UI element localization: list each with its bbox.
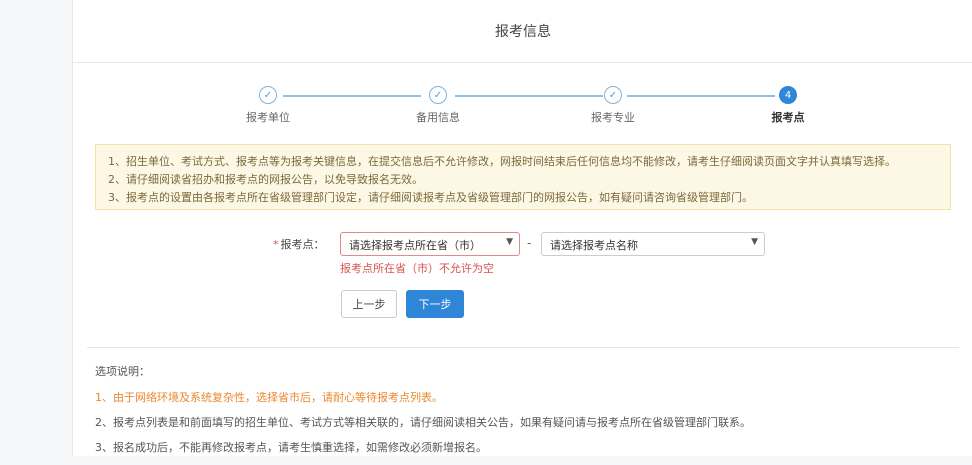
notice-line: 2、请仔细阅读省招办和报考点的网报公告，以免导致报名无效。 [108,173,423,186]
progress-steps: ✓ 报考单位 ✓ 备用信息 ✓ 报考专业 4 报考点 [73,86,972,126]
step-number: 4 [779,86,797,104]
notice-line: 1、招生单位、考试方式、报考点等为报考关键信息，在提交信息后不允许修改，网报时间… [108,155,896,168]
separator: - [527,236,532,250]
site-label: * 报考点： [273,238,325,251]
step-label: 报考专业 [591,111,635,124]
step-label: 备用信息 [416,111,460,124]
page-header: 报考信息 [73,0,972,63]
site-select[interactable]: 请选择报考点名称 ▼ [541,232,765,256]
page-title: 报考信息 [495,24,551,40]
step-1: ✓ 报考单位 [218,86,318,125]
check-icon: ✓ [604,86,622,104]
note-item: 3、报名成功后，不能再修改报考点，请考生慎重选择，如需修改必须新增报名。 [95,441,487,454]
divider [87,347,959,348]
caret-down-icon: ▼ [506,237,513,247]
error-message: 报考点所在省（市）不允许为空 [340,262,494,275]
step-2: ✓ 备用信息 [388,86,488,125]
notes-section: 选项说明： 1、由于网络环境及系统复杂性，选择省市后，请耐心等待报考点列表。 2… [95,364,751,465]
note-item: 1、由于网络环境及系统复杂性，选择省市后，请耐心等待报考点列表。 [95,391,443,404]
step-label: 报考点 [771,111,805,124]
step-4: 4 报考点 [738,86,838,125]
check-icon: ✓ [429,86,447,104]
step-3: ✓ 报考专业 [563,86,663,125]
notice-line: 3、报考点的设置由各报考点所在省级管理部门设定，请仔细阅读报考点及省级管理部门的… [108,191,753,204]
province-select[interactable]: 请选择报考点所在省（市） ▼ [340,232,520,256]
province-select-value: 请选择报考点所在省（市） [349,239,481,252]
prev-button[interactable]: 上一步 [341,290,397,318]
required-mark: * [273,238,279,251]
next-button[interactable]: 下一步 [406,290,464,318]
step-label: 报考单位 [246,111,290,124]
registration-page: 报考信息 ✓ 报考单位 ✓ 备用信息 ✓ 报考专业 4 报考点 1、招生单位、考… [72,0,972,456]
note-item: 2、报考点列表是和前面填写的招生单位、考试方式等相关联的，请仔细阅读相关公告，如… [95,416,751,429]
site-form-row: * 报考点： 请选择报考点所在省（市） ▼ - 请选择报考点名称 ▼ [73,232,972,256]
site-select-value: 请选择报考点名称 [550,239,638,252]
notice-box: 1、招生单位、考试方式、报考点等为报考关键信息，在提交信息后不允许修改，网报时间… [95,144,951,210]
notes-title: 选项说明： [95,365,150,378]
caret-down-icon: ▼ [751,237,758,247]
check-icon: ✓ [259,86,277,104]
